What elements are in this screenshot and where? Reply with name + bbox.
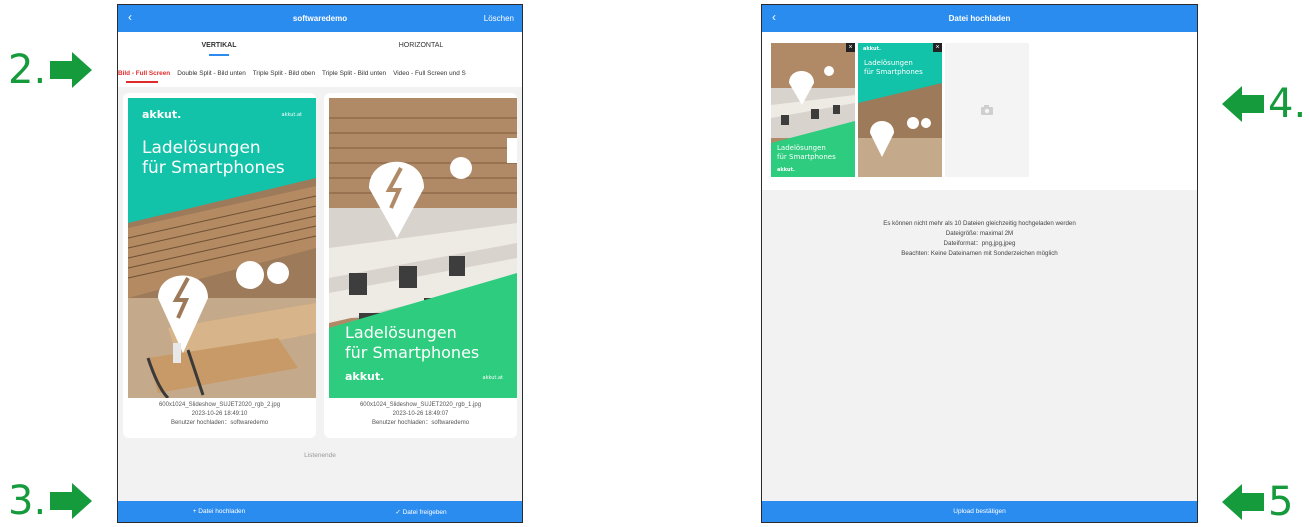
page-title: Datei hochladen [948, 14, 1011, 23]
arrow-left-icon [1222, 484, 1264, 520]
action-bar: Upload bestätigen [762, 501, 1197, 522]
thumbnail-list: Ladelösungen für Smartphones akkut. × ak… [771, 43, 1029, 177]
stage: 2. 3. 4. 5 ‹ softwaredemo Löschen VERTIK… [0, 0, 1310, 527]
thumb-headline-1: Ladelösungen [864, 59, 913, 67]
upload-info: Es können nicht mehr als 10 Dateien glei… [762, 219, 1197, 259]
thumb-brand: akkut. [863, 46, 881, 52]
brand-domain: akkut.at [281, 112, 302, 118]
back-icon[interactable]: ‹ [128, 10, 132, 24]
page-title: softwaredemo [292, 14, 348, 23]
screen-upload: ‹ Datei hochladen Ladelösungen für Smart… [761, 4, 1198, 523]
file-date: 2023-10-26 18:49:10 [191, 411, 248, 417]
camera-icon [981, 105, 993, 115]
info-line: Beachten: Keine Dateinamen mit Sonderzei… [901, 250, 1058, 257]
subtab-double-split[interactable]: Double Split - Bild unten [177, 70, 246, 77]
arrow-left-icon [1222, 86, 1264, 122]
upload-file-button[interactable]: + Datei hochladen [118, 501, 320, 522]
thumb-headline-1: Ladelösungen [777, 144, 826, 152]
subtab-triple-split-oben[interactable]: Triple Split - Bild oben [253, 70, 315, 77]
subtab-video-full-screen[interactable]: Video - Full Screen und S [393, 70, 466, 77]
info-line: Dateigröße: maximal 2M [945, 230, 1014, 237]
brand-logo: akkut. [345, 370, 385, 383]
upload-area: Ladelösungen für Smartphones akkut. × ak… [762, 32, 1197, 190]
annotation-2-label: 2. [8, 47, 47, 93]
add-image-slot[interactable] [945, 43, 1029, 177]
annotation-3: 3. [8, 481, 94, 521]
file-card[interactable]: akkut. akkut.at Ladelösungen für Smartph… [123, 93, 316, 438]
brand-domain: akkut.at [482, 375, 503, 381]
arrow-right-icon [50, 52, 93, 88]
confirm-upload-button[interactable]: Upload bestätigen [762, 501, 1197, 522]
thumb-brand: akkut. [777, 167, 795, 173]
release-file-button[interactable]: ✓ Datei freigeben [320, 501, 522, 522]
info-line: Dateiformat：png,jpg,jpeg [943, 240, 1016, 247]
file-uploader: Benutzer hochladen：softwaredemo [170, 420, 269, 426]
poster-headline-2: für Smartphones [345, 343, 480, 362]
file-name: 600x1024_Slideshow_SUJET2020_rgb_1.jpg [359, 402, 482, 408]
file-meta: 600x1024_Slideshow_SUJET2020_rgb_2.jpg 2… [128, 401, 311, 428]
poster-headline-1: Ladelösungen [345, 323, 457, 342]
header-bar: ‹ Datei hochladen [762, 5, 1197, 32]
arrow-right-icon [50, 483, 93, 519]
subtab-bild-full-screen[interactable]: Bild - Full Screen [118, 70, 170, 83]
annotation-2: 2. [8, 50, 94, 90]
thumb-headline-2: für Smartphones [777, 153, 836, 161]
file-uploader: Benutzer hochladen：softwaredemo [371, 420, 470, 426]
thumb-headline-2: für Smartphones [864, 68, 923, 76]
tab-horizontal[interactable]: HORIZONTAL [320, 32, 522, 59]
poster-headline-2: für Smartphones [142, 158, 285, 178]
file-meta: 600x1024_Slideshow_SUJET2020_rgb_1.jpg 2… [329, 401, 512, 428]
header-bar: ‹ softwaredemo Löschen [118, 5, 522, 32]
layout-subtabs: Bild - Full Screen Double Split - Bild u… [118, 59, 522, 87]
file-date: 2023-10-26 18:49:07 [392, 411, 449, 417]
delete-button[interactable]: Löschen [484, 14, 514, 23]
poster-image: Ladelösungen für Smartphones akkut. akku… [329, 98, 517, 398]
poster-headline-1: Ladelösungen [142, 138, 261, 158]
info-line: Es können nicht mehr als 10 Dateien glei… [883, 220, 1076, 227]
file-name: 600x1024_Slideshow_SUJET2020_rgb_2.jpg [158, 402, 281, 408]
remove-icon[interactable]: × [933, 43, 942, 52]
annotation-4: 4. [1218, 84, 1306, 124]
tab-vertikal[interactable]: VERTIKAL [118, 32, 320, 59]
annotation-4-label: 4. [1268, 81, 1307, 127]
thumbnail[interactable]: akkut. Ladelösungen für Smartphones × [858, 43, 942, 177]
annotation-5-label: 5 [1268, 479, 1294, 525]
back-icon[interactable]: ‹ [772, 10, 776, 24]
subtab-triple-split-unten[interactable]: Triple Split - Bild unten [322, 70, 386, 77]
annotation-5: 5 [1218, 482, 1293, 522]
file-card[interactable]: Ladelösungen für Smartphones akkut. akku… [324, 93, 517, 438]
remove-icon[interactable]: × [846, 43, 855, 52]
annotation-3-label: 3. [8, 478, 47, 524]
thumbnail[interactable]: Ladelösungen für Smartphones akkut. × [771, 43, 855, 177]
file-card-list: akkut. akkut.at Ladelösungen für Smartph… [123, 93, 522, 438]
screen-file-list: ‹ softwaredemo Löschen VERTIKAL HORIZONT… [117, 4, 523, 523]
action-bar: + Datei hochladen ✓ Datei freigeben [118, 501, 522, 522]
list-end-label: Listenende [304, 452, 336, 459]
orientation-tabs: VERTIKAL HORIZONTAL [118, 32, 522, 59]
poster-image: akkut. akkut.at Ladelösungen für Smartph… [128, 98, 316, 398]
brand-logo: akkut. [142, 108, 182, 121]
